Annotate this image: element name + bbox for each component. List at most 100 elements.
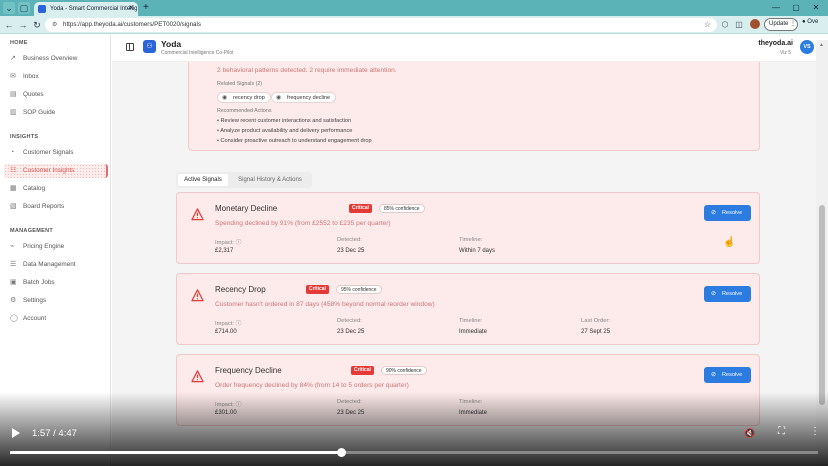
sidebar-toggle-icon[interactable] — [126, 43, 134, 51]
impact-label: Impact: ⓘ — [215, 237, 241, 246]
browser-tab-bar: ⌄ ▢ Yoda - Smart Commercial Intellig ✕ +… — [0, 0, 828, 16]
signal-title: Monetary Decline — [215, 204, 278, 213]
resolve-button[interactable]: ⊘ Resolve — [704, 367, 751, 383]
signal-card: Monetary Decline Critical 85% confidence Sp… — [176, 192, 760, 264]
site-info-icon[interactable]: ⚙ — [52, 18, 57, 32]
forward-icon[interactable]: → — [17, 19, 29, 31]
video-progress-bar[interactable] — [10, 448, 818, 457]
more-options-icon[interactable]: ⋮ — [810, 426, 820, 437]
signal-description: Customer hasn't ordered in 87 days (458%… — [215, 301, 435, 308]
recommended-actions-label: Recommended Actions — [217, 108, 272, 114]
behavior-summary-card: 2 behavioral patterns detected. 2 requir… — [188, 62, 760, 151]
extensions-icon[interactable]: ⬡ — [719, 19, 731, 31]
sidebar-item-board-reports[interactable]: ▧ Board Reports — [4, 200, 108, 214]
last-order-value: 27 Sept 25 — [581, 329, 611, 335]
impact-label: Impact: ⓘ — [215, 318, 241, 327]
sidebar-item-pricing-engine[interactable]: ⌁ Pricing Engine — [4, 240, 108, 254]
impact-label-text: Impact: — [215, 240, 235, 246]
related-signal-chip[interactable]: ◉ recency drop — [217, 92, 271, 103]
sidebar-item-label: Pricing Engine — [23, 243, 65, 250]
detected-label: Detected: — [337, 237, 362, 243]
sidebar-item-customer-signals[interactable]: ◔ Customer Signals — [4, 146, 108, 160]
sidebar-item-label: SOP Guide — [23, 109, 56, 116]
url-text: https://app.theyoda.ai/customers/PET0020… — [63, 21, 201, 28]
info-icon[interactable]: ⓘ — [236, 240, 242, 246]
sidebar-item-account[interactable]: ◯ Account — [4, 312, 108, 326]
new-tab-icon[interactable]: + — [143, 2, 149, 14]
database-icon: ☰ — [10, 261, 17, 268]
resolve-label: Resolve — [722, 291, 743, 297]
back-icon[interactable]: ← — [3, 19, 15, 31]
confidence-badge: 95% confidence — [336, 285, 382, 294]
fullscreen-icon[interactable]: ⛶ — [778, 426, 785, 437]
sidebar-item-label: Account — [23, 315, 47, 322]
puzzle-icon[interactable]: ◫ — [733, 19, 745, 31]
reload-icon[interactable]: ↻ — [31, 19, 43, 31]
sidebar-item-customer-insights[interactable]: ☷ Customer Insights — [4, 164, 108, 178]
user-name: theyoda.ai — [758, 40, 793, 47]
user-role: Viz 5 — [779, 50, 791, 56]
gear-icon: ⚙ — [10, 297, 17, 304]
muted-speaker-icon[interactable]: 🔇 — [744, 428, 755, 439]
quote-icon: ▤ — [10, 91, 17, 98]
tab-signal-history[interactable]: Signal History & Actions — [230, 174, 310, 186]
impact-label-text: Impact: — [215, 321, 235, 327]
action-text: Review recent customer interactions and … — [220, 118, 352, 124]
chip-label: frequency decline — [287, 95, 331, 101]
app-header: ⚇ Yoda Commercial Intelligence Co-Pilot … — [112, 34, 828, 62]
close-tab-icon[interactable]: ✕ — [128, 2, 134, 16]
signal-icon: ◔ — [10, 149, 15, 156]
update-button[interactable]: Update ⋮ — [764, 18, 798, 31]
users-icon: ☷ — [10, 167, 17, 174]
last-order-label: Last Order: — [581, 318, 610, 324]
related-signal-chip[interactable]: ◉ frequency decline — [271, 92, 337, 103]
maximize-icon[interactable]: ▢ — [788, 0, 804, 16]
address-bar[interactable]: ⚙ https://app.theyoda.ai/customers/PET00… — [45, 18, 717, 32]
minimize-icon[interactable]: — — [768, 0, 784, 16]
screen: ⌄ ▢ Yoda - Smart Commercial Intellig ✕ +… — [0, 0, 828, 466]
tab-list-icon[interactable]: ⌄ — [3, 2, 15, 14]
browser-tab[interactable]: Yoda - Smart Commercial Intellig ✕ — [34, 2, 138, 16]
resolve-button[interactable]: ⊘ Resolve — [704, 205, 751, 221]
action-text: Consider proactive outreach to understan… — [220, 138, 372, 144]
scroll-thumb[interactable] — [819, 205, 825, 405]
sidebar-item-quotes[interactable]: ▤ Quotes — [4, 88, 108, 102]
extension-chip[interactable]: ● Ove — [802, 19, 818, 25]
sidebar-item-catalog[interactable]: ▦ Catalog — [4, 182, 108, 196]
timeline-label: Timeline: — [459, 318, 483, 324]
tab-active-signals[interactable]: Active Signals — [178, 174, 228, 186]
bookmark-star-icon[interactable]: ☆ — [704, 18, 711, 32]
trend-icon: ↗ — [10, 55, 16, 62]
sidebar-item-label: Inbox — [23, 73, 39, 80]
update-label: Update — [769, 21, 789, 27]
sidebar-item-label: Settings — [23, 297, 47, 304]
sidebar-item-batch-jobs[interactable]: ▣ Batch Jobs — [4, 276, 108, 290]
browser-tab-title: Yoda - Smart Commercial Intellig — [50, 6, 138, 12]
tab-group-icon[interactable]: ▢ — [18, 2, 30, 14]
eye-icon: ◉ — [222, 95, 228, 101]
sidebar-item-sop-guide[interactable]: ▥ SOP Guide — [4, 106, 108, 120]
resolve-button[interactable]: ⊘ Resolve — [704, 286, 751, 302]
jobs-icon: ▣ — [10, 279, 17, 286]
user-icon: ◯ — [10, 315, 18, 322]
brand-tagline: Commercial Intelligence Co-Pilot — [161, 50, 234, 56]
play-icon[interactable] — [12, 428, 20, 438]
sidebar-item-business-overview[interactable]: ↗ Business Overview — [4, 52, 108, 66]
close-window-icon[interactable]: ✕ — [808, 0, 824, 16]
scroll-up-icon[interactable]: ▲ — [819, 42, 824, 48]
timeline-label: Timeline: — [459, 237, 483, 243]
sidebar-item-data-management[interactable]: ☰ Data Management — [4, 258, 108, 272]
confidence-badge: 85% confidence — [379, 204, 425, 213]
video-progress-played — [10, 451, 342, 454]
info-icon[interactable]: ⓘ — [236, 321, 242, 327]
sidebar-item-inbox[interactable]: ✉ Inbox — [4, 70, 108, 84]
sidebar-section-home: HOME — [10, 40, 28, 46]
yoda-logo-icon: ⚇ — [143, 40, 156, 53]
user-avatar[interactable]: VS — [800, 40, 814, 54]
detected-value: 23 Dec 25 — [337, 248, 365, 254]
recommended-action: • Review recent customer interactions an… — [217, 118, 352, 124]
detected-value: 23 Dec 25 — [337, 329, 365, 335]
eye-icon: ◉ — [276, 95, 282, 101]
profile-avatar[interactable] — [750, 19, 760, 29]
sidebar-item-settings[interactable]: ⚙ Settings — [4, 294, 108, 308]
